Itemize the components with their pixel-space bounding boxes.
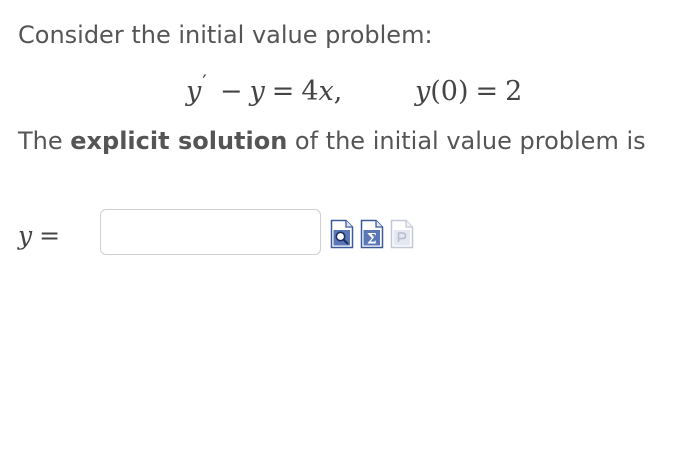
ic-function: y <box>415 76 431 107</box>
eq-prime-mark: ′ <box>202 70 207 94</box>
answer-label-var: y <box>18 221 33 250</box>
eq-rhs-var: x <box>318 76 334 107</box>
answer-input[interactable] <box>100 209 321 255</box>
eq-rhs-coeff: 4 <box>301 76 319 107</box>
preview-icon-graphic <box>330 219 354 249</box>
solution-suffix: of the initial value problem is <box>287 127 646 155</box>
answer-label: y = <box>18 217 67 255</box>
solution-emphasis: explicit solution <box>70 127 288 155</box>
eq-equals: = <box>271 76 295 107</box>
solution-prefix: The <box>18 127 71 155</box>
ic-argument: (0) <box>430 76 469 107</box>
differential-equation: y′ − y = 4x, <box>186 70 343 112</box>
help-icon-graphic <box>390 219 414 249</box>
eq-minus: − <box>219 76 243 107</box>
ic-equals: = <box>475 76 499 107</box>
sigma-glyph: Σ <box>367 232 377 248</box>
eq-y: y <box>249 76 265 107</box>
ic-value: 2 <box>505 76 523 107</box>
preview-icon[interactable] <box>330 219 354 249</box>
eq-y-prime-base: y <box>186 76 202 107</box>
initial-condition: y(0) = 2 <box>415 72 522 112</box>
sigma-icon[interactable]: Σ <box>360 219 384 249</box>
eq-comma: , <box>333 76 343 107</box>
question-intro: Consider the initial value problem: <box>18 21 433 49</box>
help-icon[interactable] <box>390 219 414 249</box>
answer-label-equals: = <box>39 221 61 250</box>
solution-prompt: The explicit solution of the initial val… <box>18 124 646 158</box>
sigma-icon-graphic: Σ <box>360 219 384 249</box>
